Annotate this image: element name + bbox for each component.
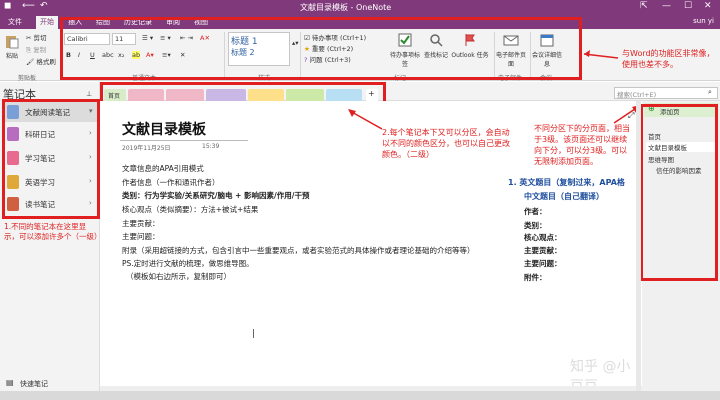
right-field-0[interactable]: 作者： (524, 206, 547, 217)
page-list-highlight-box (640, 104, 718, 281)
undo-icon[interactable]: ↶ (40, 1, 48, 11)
quick-notes-icon[interactable]: ▤ (6, 378, 14, 387)
paste-icon (6, 36, 19, 49)
section-annotation: 2.每个笔记本下又可以分区，会自动以不同的颜色区分，也可以自己更改颜色。（二级） (382, 128, 510, 159)
tab-file[interactable]: 文件 (4, 16, 26, 28)
page-date: 2019年11月25日 (122, 145, 171, 152)
notebook-highlight-box (2, 99, 100, 219)
back-icon[interactable]: ⟵ (22, 1, 35, 11)
title-underline (120, 140, 248, 141)
quick-notes-link[interactable]: 快速笔记 (20, 379, 48, 389)
user-name[interactable]: sun yi (693, 17, 714, 25)
close-icon[interactable]: ✕ (704, 1, 712, 11)
page-line-1[interactable]: 作者信息（一作和通讯作者） (122, 177, 220, 188)
page-canvas[interactable]: ⤢ 文献目录模板 2019年11月25日 15:39 文章信息的APA引用模式 … (100, 101, 642, 395)
notebook-annotation: 1.不同的笔记本在这里显示，可以添加许多个（一级） (4, 222, 102, 241)
page-line-7[interactable]: PS.定时进行文献的梳理，做思维导图。 (122, 258, 254, 269)
ribbon-highlight-box (60, 17, 582, 80)
copy-button[interactable]: ⎘ 复制 (26, 44, 46, 55)
search-input[interactable]: 搜索(Ctrl+E) (614, 87, 718, 99)
app-logo-icon: ◼ (4, 1, 12, 11)
page-line-6[interactable]: 附录（采用超链接的方式，包含引言中一些重要观点，或者实验范式的具体操作或者理论基… (122, 245, 475, 256)
status-bar (0, 391, 720, 400)
pages-annotation: 不同分区下的分页面，相当于3级。该页面还可以继续向下分，可以分3级。可以无限制添… (534, 124, 630, 166)
clipboard-group-label: 剪贴板 (18, 75, 37, 82)
paste-label: 粘贴 (5, 53, 18, 60)
right-block-line1[interactable]: 1. 英文题目（复制过来，APA格 (508, 177, 625, 188)
page-line-4[interactable]: 主要贡献： (122, 218, 160, 229)
text-cursor: | (252, 329, 256, 339)
page-line-2[interactable]: 类别：行为学实验/关系研究/脑电 + 影响因素/作用/干预 (122, 190, 309, 201)
right-field-1[interactable]: 类别： (524, 220, 547, 231)
format-painter-button[interactable]: 🖌 格式刷 (26, 56, 56, 66)
fullscreen-icon[interactable]: ⇱ (640, 1, 648, 11)
tab-home[interactable]: 开始 (36, 16, 58, 29)
page-line-3[interactable]: 核心观点（类似摘要）：方法+被试+结果 (122, 204, 258, 215)
page-title[interactable]: 文献目录模板 (122, 119, 206, 139)
vertical-scrollbar[interactable] (636, 101, 641, 391)
window-title: 文献目录模板 - OneNote (300, 3, 392, 12)
paste-button[interactable]: 粘贴 (2, 33, 22, 60)
page-line-5[interactable]: 主要问题： (122, 231, 160, 242)
page-time: 15:39 (202, 143, 220, 150)
ribbon-annotation: 与Word的功能区非常像，使用也差不多。 (622, 49, 715, 69)
maximize-icon[interactable]: ☐ (684, 1, 692, 11)
search-icon[interactable]: ⌕ (708, 88, 712, 97)
cut-button[interactable]: ✂ 剪切 (26, 32, 47, 42)
right-block-line2[interactable]: 中文题目（自己翻译） (524, 191, 604, 202)
right-field-4[interactable]: 主要问题： (524, 258, 562, 269)
ribbon-arrow-icon (583, 50, 619, 59)
title-bar: ◼ ⟵ ↶ 文献目录模板 - OneNote ⇱ — ☐ ✕ (0, 0, 720, 14)
pin-icon[interactable]: ⊥ (86, 90, 92, 98)
page-line-0[interactable]: 文章信息的APA引用模式 (122, 163, 204, 174)
section-arrow-icon (348, 109, 383, 130)
right-field-5[interactable]: 附件： (524, 272, 547, 283)
page-line-8[interactable]: （模板如右边所示，复制即可） (126, 271, 231, 282)
right-field-3[interactable]: 主要贡献： (524, 245, 562, 256)
minimize-icon[interactable]: — (662, 1, 671, 11)
right-field-2[interactable]: 核心观点： (524, 232, 562, 243)
